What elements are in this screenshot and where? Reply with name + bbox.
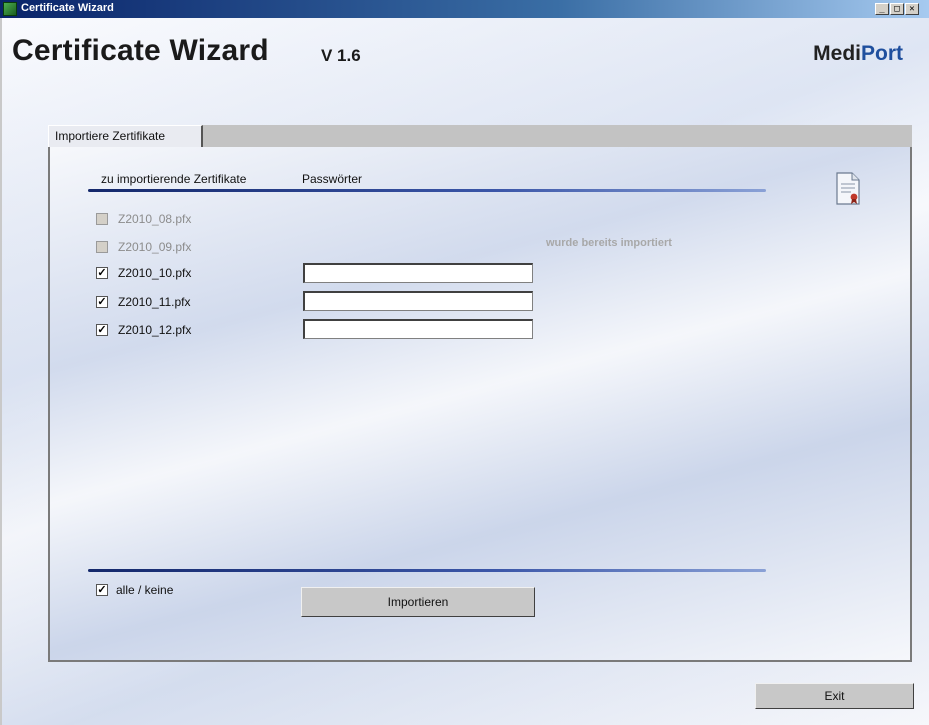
certificate-name: Z2010_11.pfx (118, 295, 191, 309)
select-all-label: alle / keine (116, 583, 174, 597)
certificate-checkbox (96, 241, 108, 253)
window-title: Certificate Wizard (21, 2, 114, 14)
window-title-bar[interactable]: Certificate Wizard _ □ ✕ (0, 0, 929, 18)
app-version: V 1.6 (321, 46, 361, 65)
header-divider (88, 189, 766, 192)
certificate-checkbox[interactable]: ✓ (96, 267, 108, 279)
column-header-certificates: zu importierende Zertifikate (101, 172, 247, 186)
certificate-name: Z2010_09.pfx (118, 240, 192, 254)
already-imported-note: wurde bereits importiert (546, 237, 672, 249)
window-left-border (0, 18, 2, 725)
certificate-checkbox (96, 213, 108, 225)
minimize-button[interactable]: _ (875, 3, 889, 15)
column-header-passwords: Passwörter (302, 172, 363, 186)
brand-logo-part1: Medi (813, 42, 861, 65)
password-field[interactable] (303, 319, 533, 339)
certificate-name: Z2010_12.pfx (118, 323, 192, 337)
certificate-checkbox[interactable]: ✓ (96, 296, 108, 308)
select-all-checkbox[interactable]: ✓ (96, 584, 108, 596)
password-field[interactable] (303, 263, 533, 283)
maximize-button[interactable]: □ (890, 3, 904, 15)
app-icon (3, 2, 17, 16)
password-field[interactable] (303, 291, 533, 311)
brand-logo: MediPort (813, 42, 903, 66)
close-button[interactable]: ✕ (905, 3, 919, 15)
brand-logo-part2: Port (861, 42, 903, 65)
certificate-name: Z2010_10.pfx (118, 266, 192, 280)
app-title: Certificate Wizard (12, 34, 269, 67)
footer-divider (88, 569, 766, 572)
certificate-checkbox[interactable]: ✓ (96, 324, 108, 336)
exit-button[interactable]: Exit (755, 683, 914, 709)
tab-import-certificates[interactable]: Importiere Zertifikate (48, 125, 203, 148)
certificate-document-icon (836, 172, 860, 205)
import-button[interactable]: Importieren (301, 587, 535, 617)
certificate-name: Z2010_08.pfx (118, 212, 192, 226)
